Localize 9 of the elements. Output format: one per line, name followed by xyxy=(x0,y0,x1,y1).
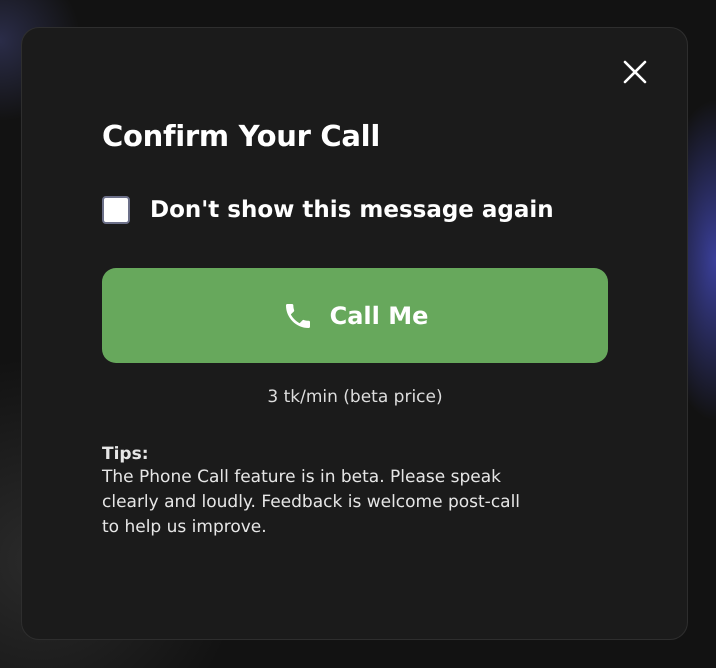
call-button[interactable]: Call Me xyxy=(102,268,608,363)
dialog-title: Confirm Your Call xyxy=(102,118,381,155)
price-text: 3 tk/min (beta price) xyxy=(266,387,444,407)
tips-text: The Phone Call feature is in beta. Please speak clearly and loudly. Feedback is welcome post-call to help us improve. xyxy=(102,466,522,539)
close-icon xyxy=(623,60,647,84)
checkbox[interactable] xyxy=(102,196,130,224)
close-button[interactable] xyxy=(623,60,647,84)
checkbox-label: Don't show this message again xyxy=(150,197,554,223)
tips-heading: Tips: xyxy=(102,443,150,465)
